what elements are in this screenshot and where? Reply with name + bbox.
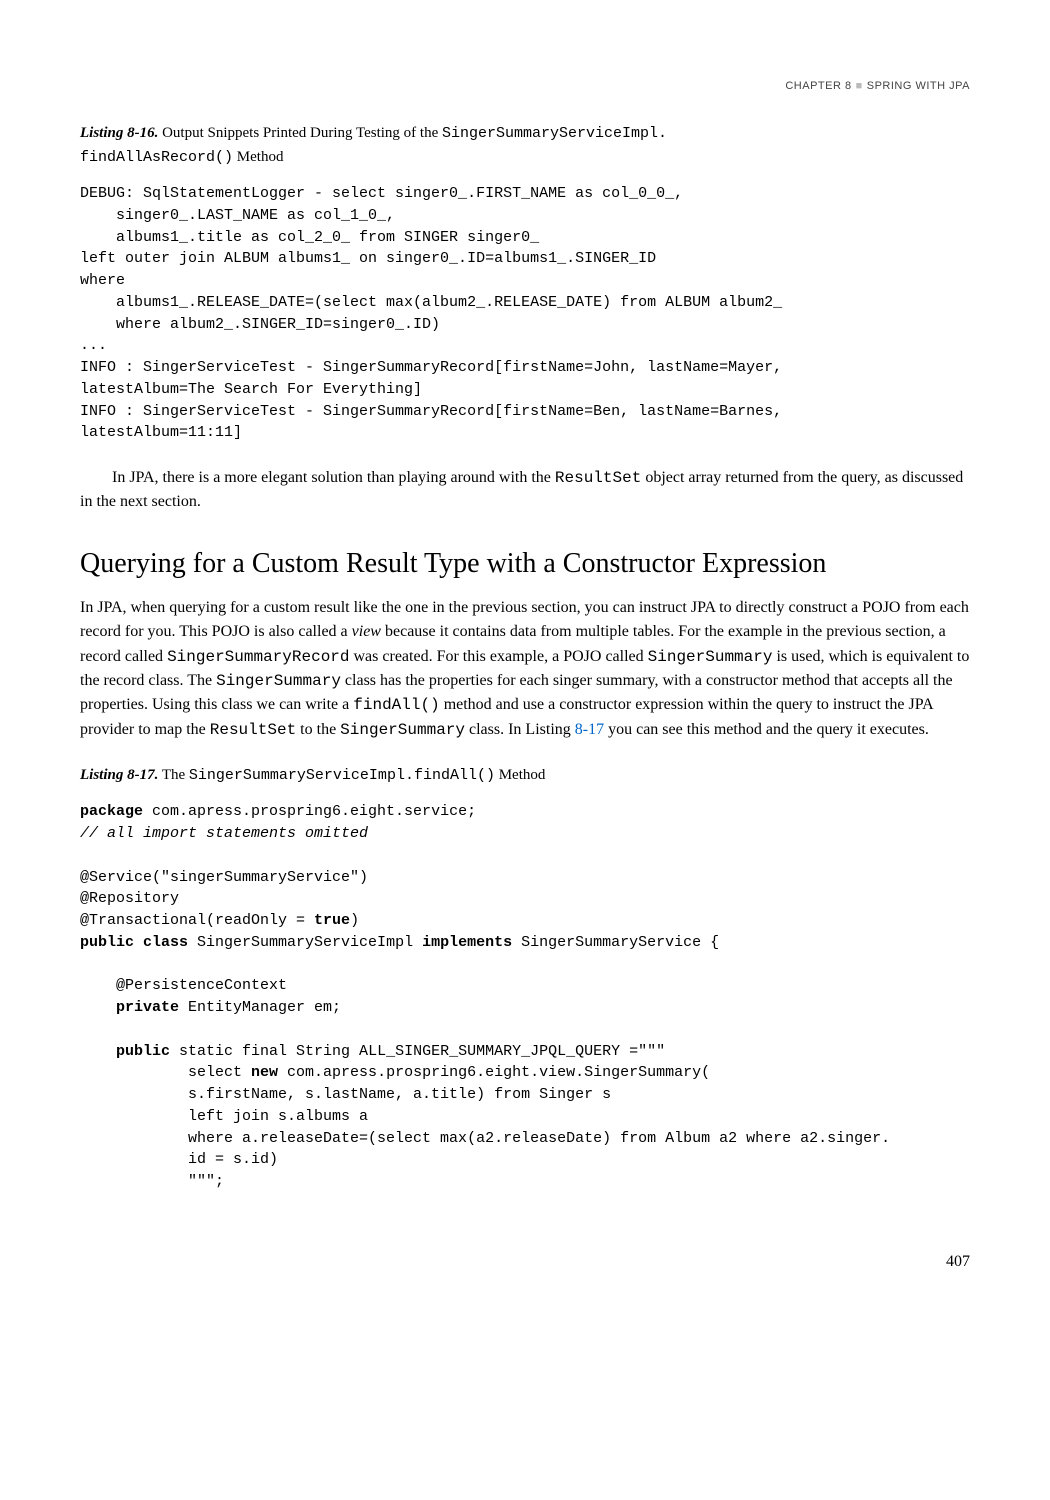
listing-label: Listing 8-16.: [80, 125, 158, 141]
chapter-label: CHAPTER 8: [785, 80, 851, 92]
section-heading: Querying for a Custom Result Type with a…: [80, 548, 970, 580]
listing-label: Listing 8-17.: [80, 767, 158, 783]
section-body-paragraph: In JPA, when querying for a custom resul…: [80, 596, 970, 742]
paragraph-1: In JPA, there is a more elegant solution…: [80, 466, 970, 514]
listing-desc: The SingerSummaryServiceImpl.findAll() M…: [162, 767, 546, 783]
code-listing-8-16: DEBUG: SqlStatementLogger - select singe…: [80, 183, 970, 444]
listing-desc: Output Snippets Printed During Testing o…: [80, 125, 667, 165]
listing-8-16-caption: Listing 8-16. Output Snippets Printed Du…: [80, 122, 970, 169]
page-number: 407: [80, 1253, 970, 1271]
chapter-title: SPRING WITH JPA: [867, 80, 970, 92]
listing-8-17-link[interactable]: 8-17: [575, 721, 604, 738]
separator-icon: ■: [856, 80, 863, 92]
code-listing-8-17: package com.apress.prospring6.eight.serv…: [80, 801, 970, 1193]
page-header: CHAPTER 8 ■ SPRING WITH JPA: [80, 80, 970, 92]
listing-8-17-caption: Listing 8-17. The SingerSummaryServiceIm…: [80, 764, 970, 788]
